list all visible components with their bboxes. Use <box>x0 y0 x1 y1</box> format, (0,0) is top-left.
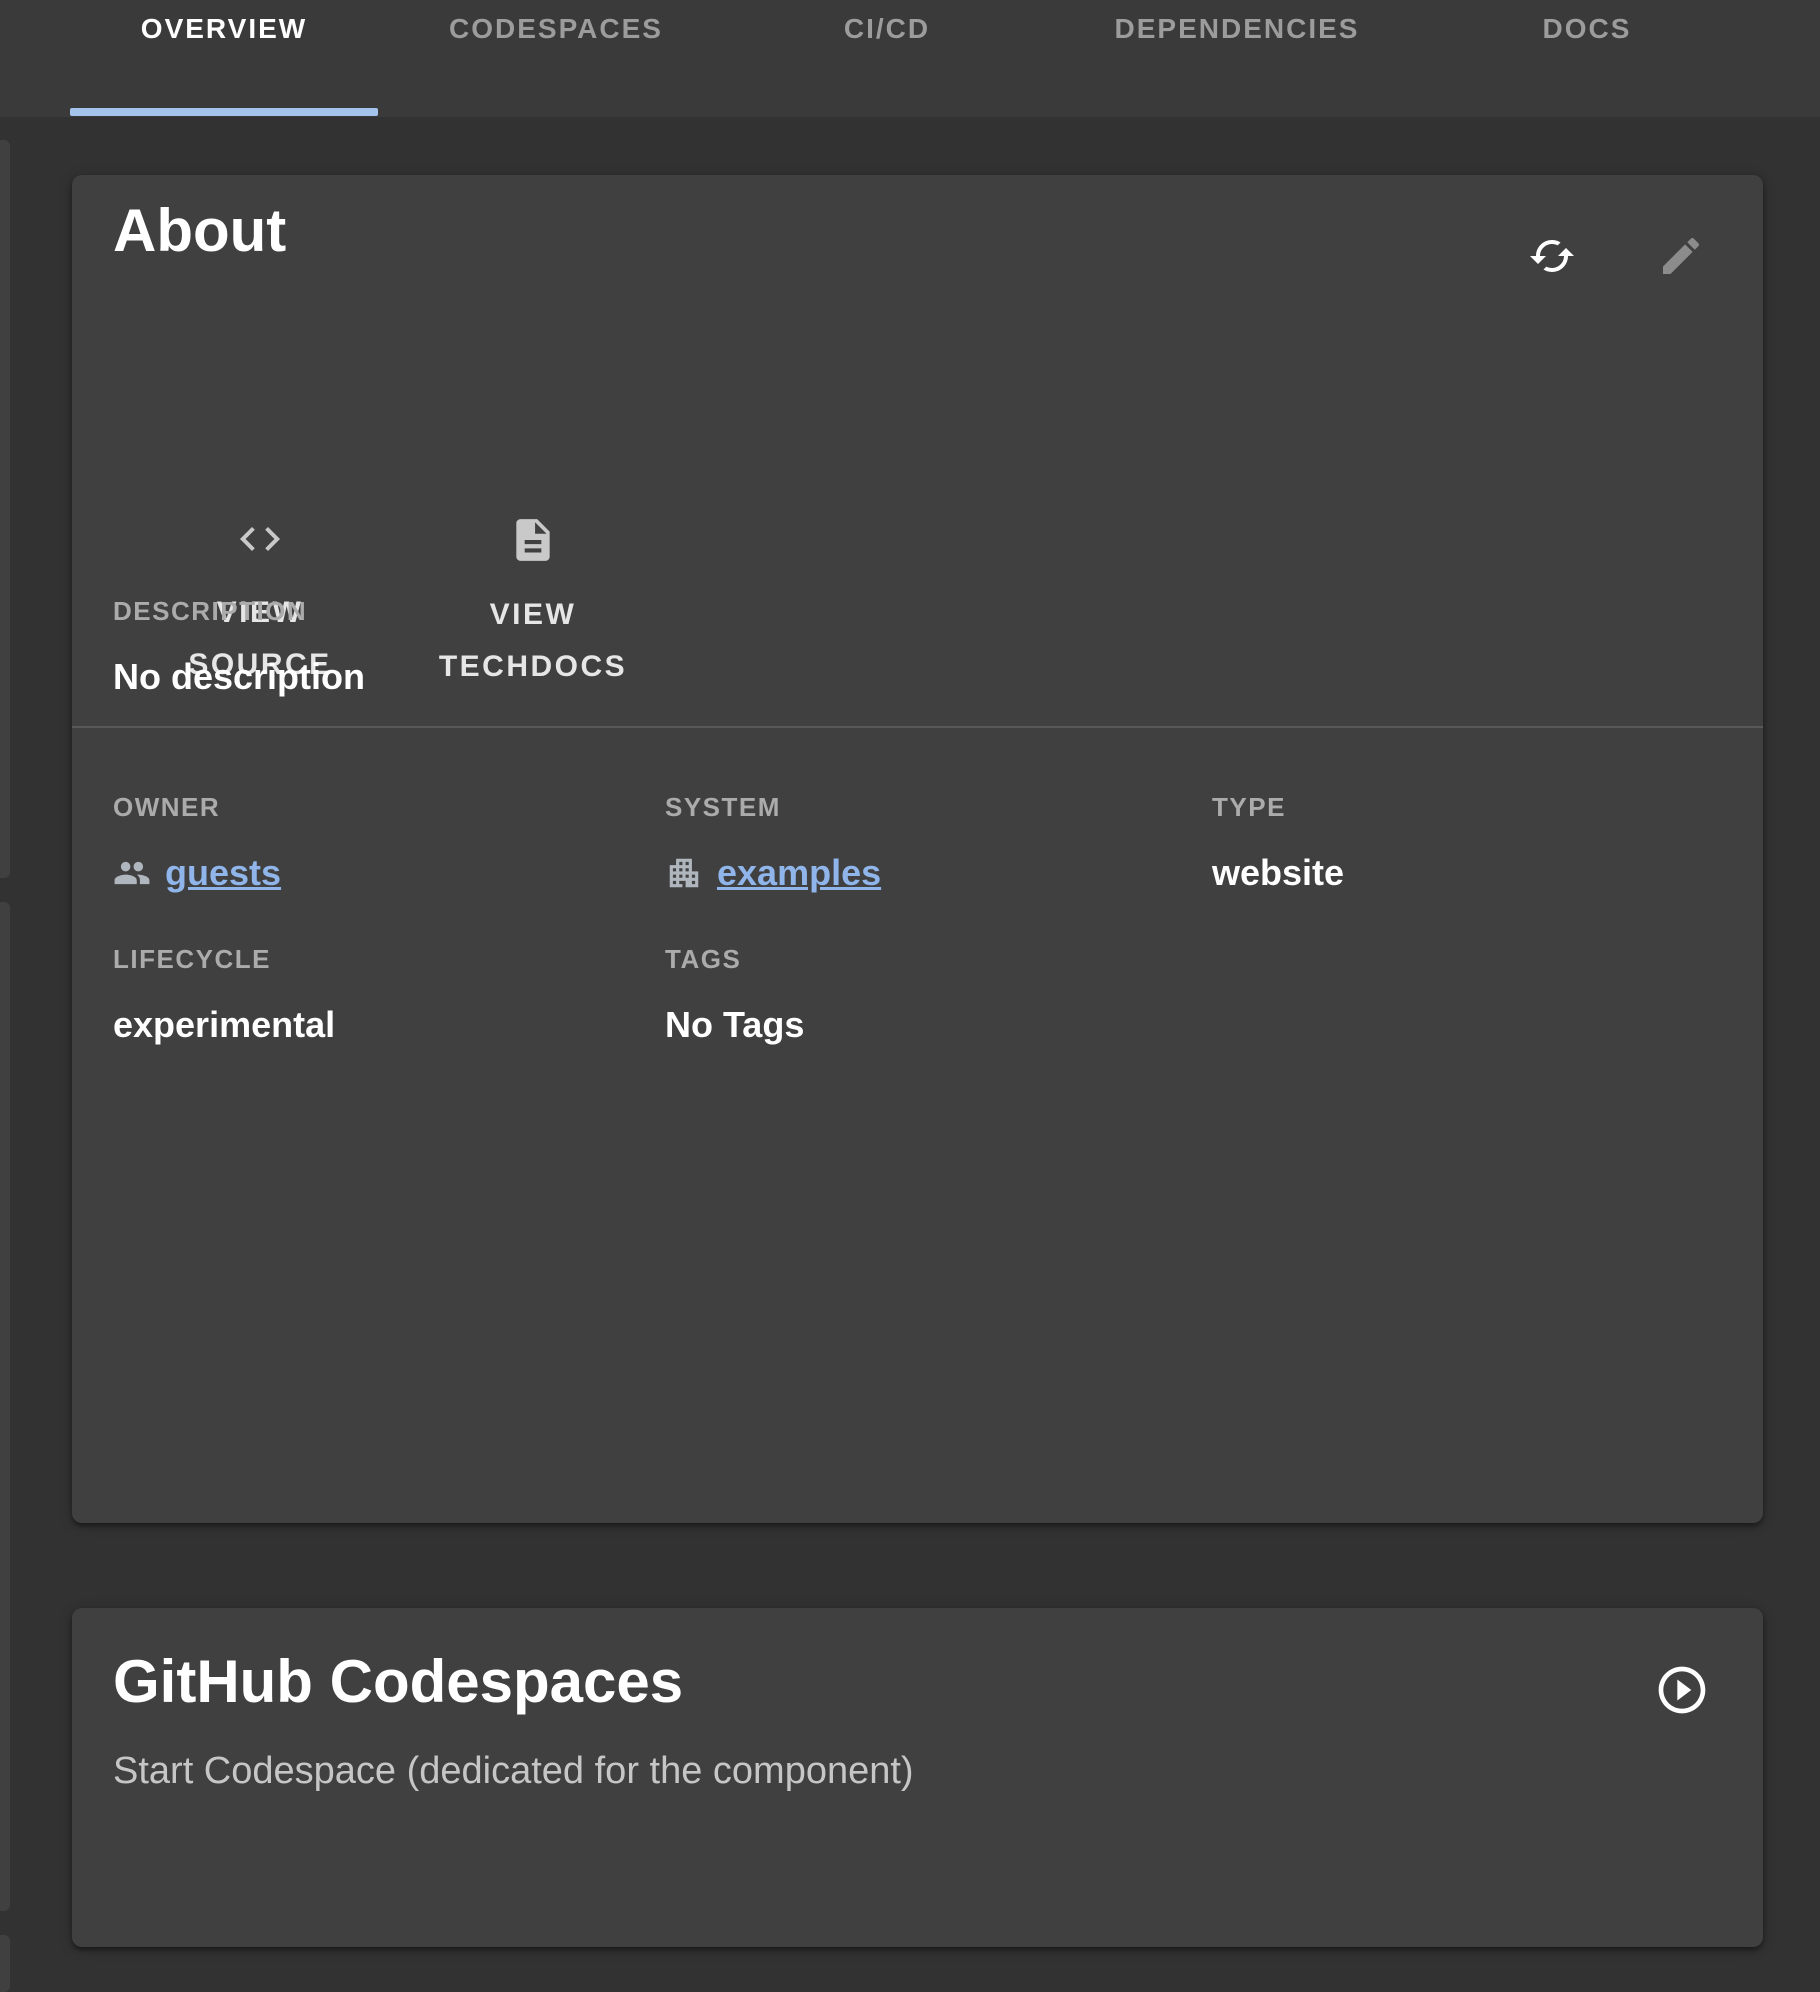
type-label: TYPE <box>1212 792 1344 823</box>
view-techdocs-button[interactable]: VIEW TECHDOCS <box>408 515 658 693</box>
tab-docs[interactable]: DOCS <box>1543 13 1632 45</box>
refresh-entity-button[interactable] <box>1528 232 1576 280</box>
field-owner: OWNER guests <box>113 792 281 894</box>
field-system: SYSTEM examples <box>665 792 881 894</box>
type-value: website <box>1212 851 1344 894</box>
field-type: TYPE website <box>1212 792 1344 894</box>
codespaces-card-subtitle: Start Codespace (dedicated for the compo… <box>113 1748 914 1796</box>
owner-link[interactable]: guests <box>165 851 281 894</box>
view-techdocs-label: VIEW TECHDOCS <box>439 589 627 693</box>
tab-dependencies[interactable]: DEPENDENCIES <box>1115 13 1360 45</box>
lifecycle-label: LIFECYCLE <box>113 944 335 975</box>
entity-tab-bar: OVERVIEW CODESPACES CI/CD DEPENDENCIES D… <box>0 0 1820 117</box>
play-circle-icon <box>1654 1662 1710 1718</box>
about-card-divider <box>72 726 1763 728</box>
refresh-icon <box>1528 232 1576 280</box>
start-codespace-button[interactable] <box>1654 1662 1710 1718</box>
active-tab-indicator <box>70 108 378 116</box>
system-label: SYSTEM <box>665 792 881 823</box>
field-tags: TAGS No Tags <box>665 944 804 1046</box>
system-link[interactable]: examples <box>717 851 881 894</box>
cropped-left-card <box>0 140 10 878</box>
about-card-actions <box>1528 232 1705 280</box>
codespaces-card-title: GitHub Codespaces <box>113 1652 683 1712</box>
cropped-left-card <box>0 1935 10 1992</box>
edit-metadata-button[interactable] <box>1657 232 1705 280</box>
description-label: DESCRIPTION <box>113 596 365 627</box>
tab-overview[interactable]: OVERVIEW <box>141 13 307 45</box>
tab-cicd[interactable]: CI/CD <box>844 13 930 45</box>
about-card-title: About <box>113 201 286 261</box>
github-codespaces-card: GitHub Codespaces Start Codespace (dedic… <box>72 1608 1763 1947</box>
apartment-icon <box>665 854 703 892</box>
tags-label: TAGS <box>665 944 804 975</box>
cropped-left-card <box>0 902 10 1911</box>
tab-codespaces[interactable]: CODESPACES <box>449 13 663 45</box>
edit-icon <box>1657 232 1705 280</box>
code-icon <box>236 515 284 563</box>
field-lifecycle: LIFECYCLE experimental <box>113 944 335 1046</box>
tags-value: No Tags <box>665 1003 804 1046</box>
about-card: About VIEW SOURCE VIEW TECHDOCS <box>72 175 1763 1523</box>
field-description: DESCRIPTION No description <box>113 596 365 698</box>
document-icon <box>508 515 558 565</box>
lifecycle-value: experimental <box>113 1003 335 1046</box>
description-value: No description <box>113 655 365 698</box>
group-icon <box>113 854 151 892</box>
owner-label: OWNER <box>113 792 281 823</box>
